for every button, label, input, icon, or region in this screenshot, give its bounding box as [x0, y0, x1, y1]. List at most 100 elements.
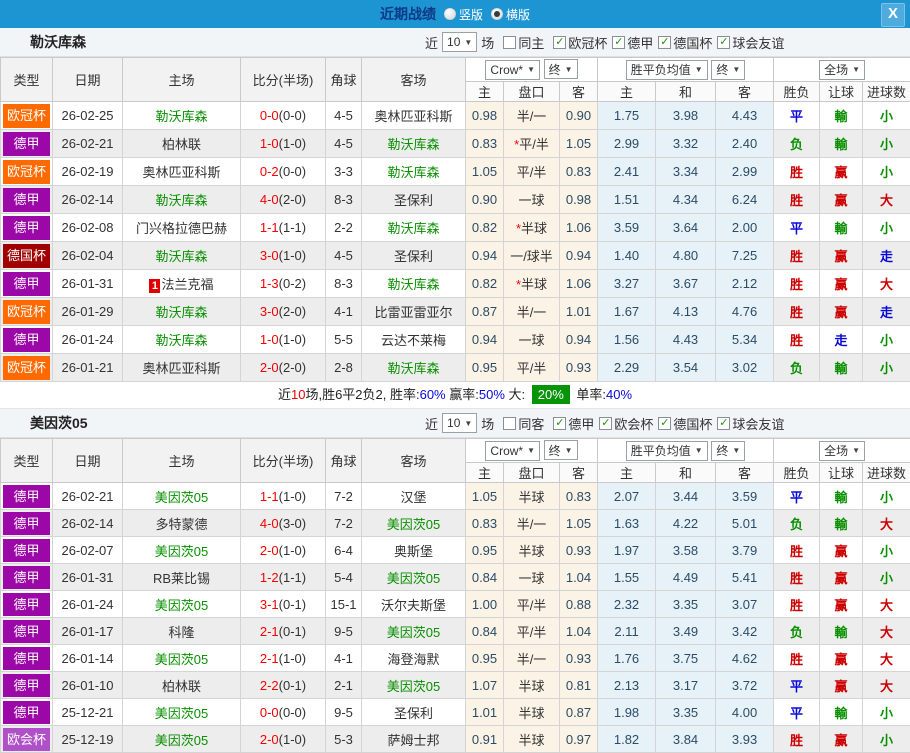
home-team[interactable]: 美因茨05	[155, 733, 208, 748]
home-team[interactable]: 科隆	[168, 625, 194, 640]
handicap-result: 輸	[835, 361, 848, 376]
odds-time-select[interactable]: 终▼	[544, 59, 578, 79]
fulltime-score: 2-1	[260, 624, 279, 639]
league-filter-checkbox[interactable]: ✓德国杯	[658, 33, 712, 52]
away-team[interactable]: 美因茨05	[387, 625, 440, 640]
away-team[interactable]: 圣保利	[394, 249, 433, 264]
avg-time-select[interactable]: 终▼	[711, 60, 745, 80]
away-team[interactable]: 圣保利	[394, 706, 433, 721]
away-team[interactable]: 云达不莱梅	[381, 333, 446, 348]
away-team[interactable]: 美因茨05	[387, 571, 440, 586]
handicap-result: 輸	[835, 490, 848, 505]
home-cell: 美因茨05	[123, 591, 241, 618]
home-team[interactable]: 勒沃库森	[155, 109, 207, 124]
away-odds: 1.04	[566, 570, 591, 585]
away-team[interactable]: 美因茨05	[387, 679, 440, 694]
handicap-line: 半球	[518, 679, 544, 694]
league-filter-checkbox[interactable]: ✓球会友谊	[717, 33, 784, 52]
avg-lose-cell: 6.24	[716, 186, 774, 214]
home-team[interactable]: RB莱比锡	[153, 571, 210, 586]
home-team[interactable]: 奥林匹亚科斯	[142, 165, 220, 180]
bookmaker-select[interactable]: Crow*▼	[485, 60, 540, 80]
avg-time-select[interactable]: 终▼	[711, 441, 745, 461]
league-filter-checkbox[interactable]: ✓德甲	[612, 33, 653, 52]
league-filter-checkbox[interactable]: ✓欧会杯	[599, 414, 653, 433]
home-team[interactable]: 柏林联	[162, 137, 201, 152]
home-team[interactable]: 勒沃库森	[155, 249, 207, 264]
home-team[interactable]: 美因茨05	[155, 598, 208, 613]
home-team[interactable]: 勒沃库森	[155, 305, 207, 320]
avg-lose: 3.93	[732, 732, 757, 747]
home-team[interactable]: 美因茨05	[155, 490, 208, 505]
date-cell: 26-01-17	[53, 618, 123, 645]
away-team[interactable]: 圣保利	[394, 193, 433, 208]
home-team[interactable]: 美因茨05	[155, 652, 208, 667]
home-team[interactable]: 美因茨05	[155, 544, 208, 559]
result-cell: 胜	[774, 591, 820, 618]
match-result: 胜	[790, 598, 803, 613]
home-team[interactable]: 门兴格拉德巴赫	[136, 221, 227, 236]
handicap-result-cell: 赢	[820, 158, 863, 186]
handicap-result-cell: 走	[820, 326, 863, 354]
avg-win: 1.51	[614, 192, 639, 207]
bookmaker-select[interactable]: Crow*▼	[485, 441, 540, 461]
away-team[interactable]: 比雷亚雷亚尔	[374, 305, 452, 320]
goals-cell: 小	[863, 564, 910, 591]
home-team[interactable]: 法兰克福	[161, 277, 213, 292]
away-cell: 勒沃库森	[362, 270, 466, 298]
avg-draw-cell: 3.75	[656, 645, 716, 672]
away-team[interactable]: 勒沃库森	[387, 137, 439, 152]
handicap-line: 半/一	[517, 517, 547, 532]
handicap-result: 輸	[835, 517, 848, 532]
league-cell: 德甲	[1, 186, 53, 214]
same-venue-checkbox[interactable]: 同主	[503, 33, 544, 52]
col-date: 日期	[53, 58, 123, 102]
league-filter-checkbox[interactable]: ✓德国杯	[658, 414, 712, 433]
away-odds: 1.05	[566, 136, 591, 151]
fulltime-select[interactable]: 全场▼	[819, 60, 865, 80]
away-team[interactable]: 勒沃库森	[387, 361, 439, 376]
subcol-away-odds: 客	[560, 463, 598, 483]
over-under-result: 大	[880, 652, 893, 667]
red-card-badge: 1	[149, 279, 160, 293]
league-filter-checkbox[interactable]: ✓欧冠杯	[553, 33, 607, 52]
recent-count-select[interactable]: 10▼	[442, 32, 477, 52]
radio-vertical[interactable]: 竖版	[444, 6, 483, 23]
away-team[interactable]: 海登海默	[387, 652, 439, 667]
home-team[interactable]: 勒沃库森	[155, 333, 207, 348]
away-team[interactable]: 奥斯堡	[394, 544, 433, 559]
same-venue-checkbox[interactable]: 同客	[503, 414, 544, 433]
away-team[interactable]: 沃尔夫斯堡	[381, 598, 446, 613]
radio-horizontal[interactable]: 横版	[491, 6, 530, 23]
home-team[interactable]: 奥林匹亚科斯	[142, 361, 220, 376]
match-row: 德甲26-01-31RB莱比锡1-2(1-1)5-4美因茨050.84一球1.0…	[1, 564, 910, 591]
match-result: 胜	[790, 333, 803, 348]
away-team[interactable]: 奥林匹亚科斯	[374, 109, 452, 124]
away-team[interactable]: 勒沃库森	[387, 165, 439, 180]
close-button[interactable]: X	[881, 3, 905, 27]
away-team[interactable]: 美因茨05	[387, 517, 440, 532]
league-filter-checkbox[interactable]: ✓球会友谊	[717, 414, 784, 433]
over-under-result: 大	[880, 193, 893, 208]
recent-count-select[interactable]: 10▼	[442, 413, 477, 433]
home-team[interactable]: 柏林联	[162, 679, 201, 694]
league-filter-checkbox[interactable]: ✓德甲	[553, 414, 594, 433]
avg-select[interactable]: 胜平负均值▼	[626, 441, 708, 461]
league-badge: 德甲	[3, 566, 50, 589]
date-cell: 26-01-21	[53, 354, 123, 382]
home-team[interactable]: 美因茨05	[155, 706, 208, 721]
fulltime-select[interactable]: 全场▼	[819, 441, 865, 461]
away-team[interactable]: 汉堡	[400, 490, 426, 505]
home-team[interactable]: 勒沃库森	[155, 193, 207, 208]
fulltime-score: 1-0	[260, 332, 279, 347]
away-cell: 圣保利	[362, 699, 466, 726]
away-team[interactable]: 勒沃库森	[387, 277, 439, 292]
handicap-result-cell: 赢	[820, 186, 863, 214]
handicap-result: 赢	[835, 277, 848, 292]
odds-time-select[interactable]: 终▼	[544, 440, 578, 460]
away-team[interactable]: 勒沃库森	[387, 221, 439, 236]
avg-select[interactable]: 胜平负均值▼	[626, 60, 708, 80]
avg-draw: 3.84	[673, 732, 698, 747]
away-team[interactable]: 萨姆士邦	[387, 733, 439, 748]
home-team[interactable]: 多特蒙德	[155, 517, 207, 532]
